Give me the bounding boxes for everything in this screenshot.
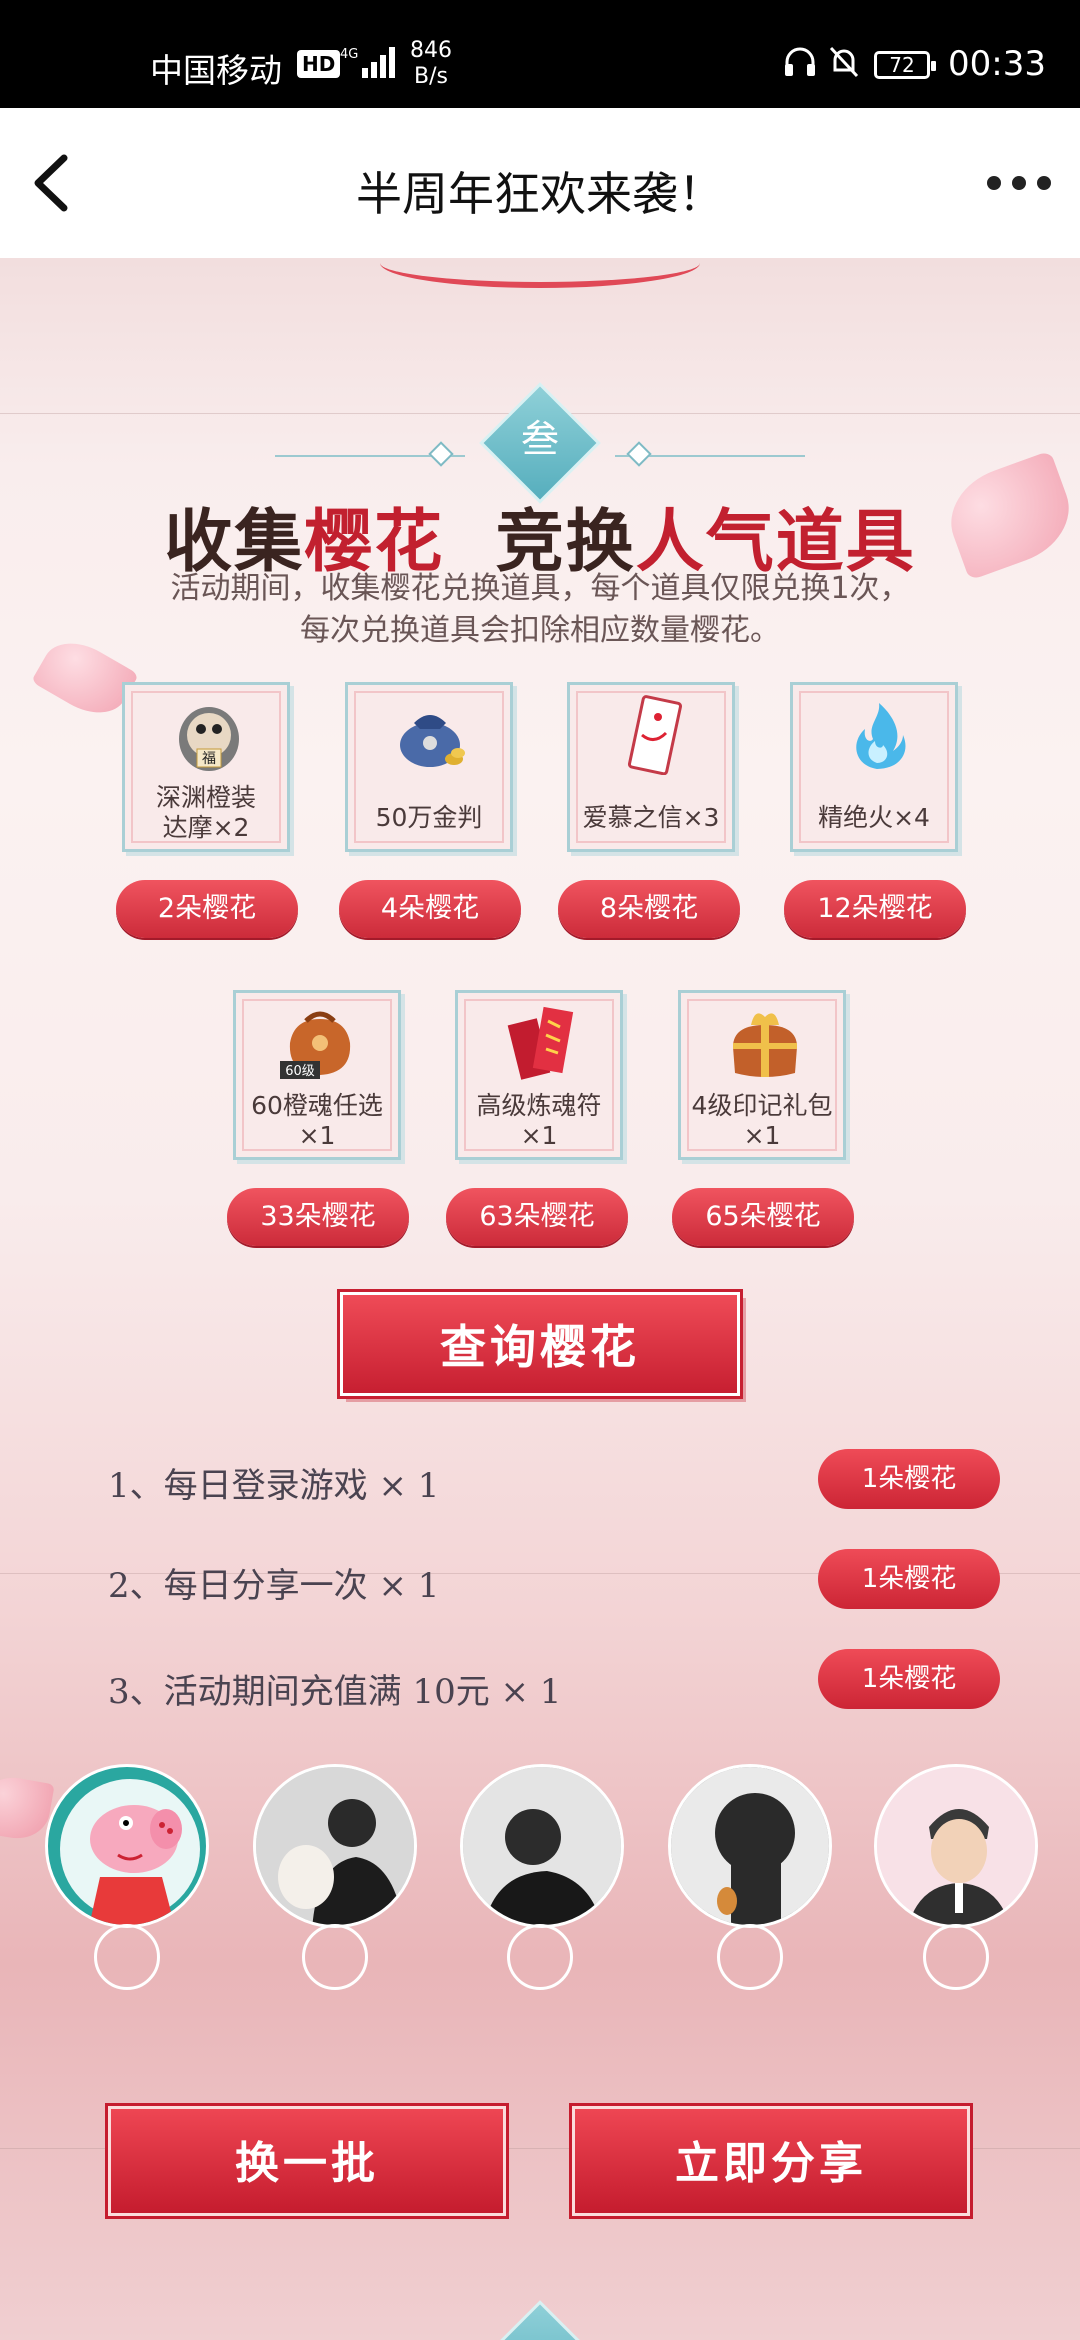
select-radio[interactable] (923, 1924, 989, 1990)
talisman-icon (507, 1006, 574, 1080)
task-reward-badge[interactable]: 1朵樱花 (818, 1449, 1000, 1509)
person-photo-avatar-icon (463, 1767, 621, 1925)
share-now-button[interactable]: 立即分享 (569, 2103, 973, 2219)
carrier-name: 中国移动 (150, 51, 282, 90)
headphones-icon (785, 47, 815, 76)
diamond-ornament (428, 441, 454, 467)
soul-bag-icon: 60级 (280, 1011, 351, 1079)
description-line: 活动期间，收集樱花兑换道具，每个道具仅限兑换1次， (170, 571, 910, 606)
battery-icon: 72 (874, 51, 936, 79)
reward-card[interactable]: 爱慕之信×3 (567, 682, 735, 852)
battery-level: 72 (889, 53, 915, 77)
gift-pack-icon (733, 1013, 797, 1077)
reward-name: 50万金判 (348, 803, 510, 833)
network-speed: 846 B/s (410, 38, 452, 90)
status-bar: 中国移动 HD 4G 846 B/s 72 00:33 (0, 0, 1080, 108)
query-sakura-button[interactable]: 查询樱花 (337, 1289, 743, 1399)
reward-name-line: ×1 (743, 1121, 781, 1150)
refresh-batch-button[interactable]: 换一批 (105, 2103, 509, 2219)
reward-name-line: ×1 (520, 1121, 558, 1150)
task-item: 1、每日登录游戏 × 1 (108, 1466, 440, 1506)
friend-avatar[interactable] (460, 1764, 624, 1928)
more-options-icon[interactable] (984, 163, 1054, 203)
select-radio[interactable] (302, 1924, 368, 1990)
redeem-cost-button[interactable]: 4朵樱花 (339, 880, 521, 938)
friend-avatar[interactable] (253, 1764, 417, 1928)
event-content: 叁 收集樱花 竞换人气道具 活动期间，收集樱花兑换道具，每个道具仅限兑换1次， … (0, 258, 1080, 2340)
friend-avatar[interactable] (45, 1764, 209, 1928)
reward-card[interactable]: 福 深渊橙装 达摩×2 (122, 682, 290, 852)
person-photo-avatar-icon (256, 1767, 414, 1925)
redeem-cost-button[interactable]: 12朵樱花 (784, 880, 966, 938)
svg-text:60级: 60级 (285, 1064, 315, 1079)
mute-bell-icon (829, 46, 859, 78)
letter-icon (627, 695, 682, 775)
select-radio[interactable] (94, 1924, 160, 1990)
app-header: 半周年狂欢来袭！ (0, 108, 1080, 258)
money-bag-icon (400, 715, 465, 767)
section-number: 叁 (520, 417, 559, 461)
section-description: 活动期间，收集樱花兑换道具，每个道具仅限兑换1次， 每次兑换道具会扣除相应数量樱… (0, 568, 1080, 652)
redeem-cost-button[interactable]: 65朵樱花 (672, 1188, 854, 1246)
hd-icon: HD (297, 50, 341, 78)
task-item: 2、每日分享一次 × 1 (108, 1566, 440, 1606)
task-reward-badge[interactable]: 1朵樱花 (818, 1649, 1000, 1709)
pig-cartoon-avatar-icon (60, 1779, 200, 1925)
reward-card[interactable]: 4级印记礼包 ×1 (678, 990, 846, 1160)
lion-shadow-avatar-icon (671, 1767, 829, 1925)
svg-text:福: 福 (202, 751, 216, 767)
top-ornament (380, 258, 700, 288)
task-reward-badge[interactable]: 1朵樱花 (818, 1549, 1000, 1609)
reward-name: 深渊橙装 达摩×2 (125, 783, 287, 843)
signal-icon: 4G (340, 47, 395, 78)
reward-name: 爱慕之信×3 (570, 803, 732, 833)
daruma-icon: 福 (179, 707, 239, 771)
reward-name-line: 4级印记礼包 (691, 1091, 833, 1120)
svg-text:4G: 4G (340, 47, 358, 62)
select-radio[interactable] (717, 1924, 783, 1990)
redeem-cost-button[interactable]: 2朵樱花 (116, 880, 298, 938)
reward-name-line: 精绝火×4 (818, 803, 930, 832)
reward-name-line: 高级炼魂符 (476, 1091, 602, 1120)
redeem-cost-button[interactable]: 33朵樱花 (227, 1188, 409, 1246)
speed-value: 846 (410, 38, 452, 63)
reward-name-line: 爱慕之信×3 (582, 803, 720, 832)
next-section-badge (479, 2300, 601, 2340)
reward-name: 60橙魂任选 ×1 (236, 1091, 398, 1151)
diamond-ornament (626, 441, 652, 467)
cartoon-man-avatar-icon (877, 1767, 1035, 1925)
reward-name-line: 50万金判 (375, 803, 483, 832)
reward-card[interactable]: 高级炼魂符 ×1 (455, 990, 623, 1160)
reward-name-line: 60橙魂任选 (251, 1091, 383, 1120)
reward-name: 高级炼魂符 ×1 (458, 1091, 620, 1151)
reward-name-line: ×1 (298, 1121, 336, 1150)
description-line: 每次兑换道具会扣除相应数量樱花。 (300, 613, 780, 648)
select-radio[interactable] (507, 1924, 573, 1990)
speed-unit: B/s (414, 64, 448, 89)
reward-name-line: 达摩×2 (162, 813, 250, 842)
reward-name-line: 深渊橙装 (155, 783, 256, 812)
redeem-cost-button[interactable]: 8朵樱花 (558, 880, 740, 938)
clock: 00:33 (948, 44, 1046, 84)
page-title: 半周年狂欢来袭！ (356, 167, 724, 221)
reward-card[interactable]: 精绝火×4 (790, 682, 958, 852)
task-item: 3、活动期间充值满 10元 × 1 (108, 1672, 562, 1712)
reward-card[interactable]: 60级 60橙魂任选 ×1 (233, 990, 401, 1160)
redeem-cost-button[interactable]: 63朵樱花 (446, 1188, 628, 1246)
reward-card[interactable]: 50万金判 (345, 682, 513, 852)
friend-avatar[interactable] (668, 1764, 832, 1928)
blue-fire-icon (856, 703, 906, 769)
reward-name: 精绝火×4 (793, 803, 955, 833)
reward-name: 4级印记礼包 ×1 (681, 1091, 843, 1151)
friend-avatar[interactable] (874, 1764, 1038, 1928)
